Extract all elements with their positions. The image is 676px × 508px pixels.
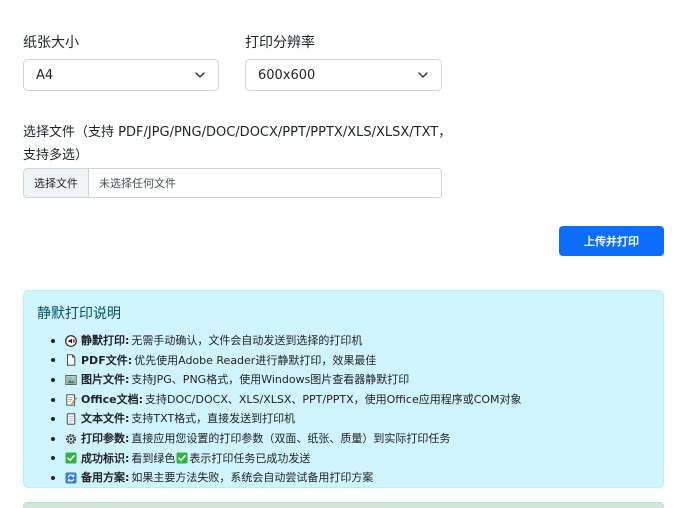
item-title: 静默打印: [81, 334, 130, 347]
bullet [51, 436, 55, 441]
paper-size-label: 纸张大小 [23, 35, 79, 51]
bullet [51, 456, 55, 461]
list-item: 备用方案: 如果主要方法失败，系统会自动尝试备用打印方案 [51, 468, 650, 488]
chevron-down-icon [195, 72, 205, 78]
check-mark-icon [176, 452, 188, 464]
item-title: 打印参数: [81, 431, 130, 445]
document-icon [67, 354, 76, 367]
item-text: 如果主要方法失败，系统会自动尝试备用打印方案 [131, 471, 374, 485]
item-text: 支持JPG、PNG格式，使用Windows图片查看器静默打印 [131, 373, 410, 387]
gear-icon [66, 433, 76, 444]
chevron-down-icon [418, 72, 428, 78]
file-input[interactable]: 选择文件 未选择任何文件 [23, 168, 442, 198]
bullet [51, 417, 55, 422]
item-title: 成功标识: [81, 451, 130, 465]
file-select-label: 选择文件（支持 PDF/JPG/PNG/DOC/DOCX/PPT/PPTX/XL… [23, 125, 452, 163]
item-text-before: 看到绿色 [131, 451, 176, 465]
bullet [51, 358, 55, 363]
silent-print-info-box: 静默打印说明 静默打印: 无需手动确认，文件会自动发送到选择的打印机 PDF文件… [23, 290, 664, 488]
list-item: 文本文件: 支持TXT格式，直接发送到打印机 [51, 409, 650, 429]
bullet [51, 397, 55, 402]
speaker-muted-icon [65, 334, 77, 347]
bullet [51, 338, 55, 343]
file-status-text: 未选择任何文件 [99, 177, 176, 190]
item-title: 备用方案: [81, 471, 130, 485]
item-text: 直接应用您设置的打印参数（双面、纸张、质量）到实际打印任务 [131, 431, 451, 445]
paper-size-select[interactable]: A4 [23, 59, 219, 91]
item-title: 文本文件: [81, 412, 130, 426]
success-alert-box [23, 502, 664, 508]
memo-icon [66, 393, 77, 406]
item-text: 无需手动确认，文件会自动发送到选择的打印机 [131, 334, 363, 347]
list-item: Office文档: 支持DOC/DOCX、XLS/XLSX、PPT/PPTX，使… [51, 390, 650, 410]
list-item: 打印参数: 直接应用您设置的打印参数（双面、纸张、质量）到实际打印任务 [51, 429, 650, 449]
list-item: 成功标识: 看到绿色 表示打印任务已成功发送 [51, 449, 650, 469]
upload-print-button[interactable]: 上传并打印 [559, 226, 664, 256]
info-list: 静默打印: 无需手动确认，文件会自动发送到选择的打印机 PDF文件: 优先使用A… [37, 331, 650, 488]
choose-file-button[interactable]: 选择文件 [24, 169, 89, 197]
item-text: 优先使用Adobe Reader进行静默打印，效果最佳 [134, 353, 377, 367]
resolution-label: 打印分辨率 [245, 35, 315, 51]
item-title: PDF文件: [81, 353, 133, 367]
item-title: 图片文件: [81, 373, 130, 387]
page-icon [66, 413, 76, 425]
check-mark-icon [65, 452, 77, 464]
item-text: 支持TXT格式，直接发送到打印机 [131, 412, 296, 426]
list-item: 静默打印: 无需手动确认，文件会自动发送到选择的打印机 [51, 331, 650, 351]
picture-icon [65, 375, 77, 385]
item-text-after: 表示打印任务已成功发送 [189, 451, 311, 465]
resolution-value: 600x600 [258, 67, 316, 83]
resolution-select[interactable]: 600x600 [245, 59, 442, 91]
item-text: 支持DOC/DOCX、XLS/XLSX、PPT/PPTX，使用Office应用程… [145, 392, 522, 406]
list-item: 图片文件: 支持JPG、PNG格式，使用Windows图片查看器静默打印 [51, 370, 650, 390]
paper-size-value: A4 [36, 67, 54, 83]
info-title: 静默打印说明 [37, 306, 121, 322]
list-item: PDF文件: 优先使用Adobe Reader进行静默打印，效果最佳 [51, 351, 650, 371]
repeat-icon [65, 472, 77, 484]
item-title: Office文档: [81, 392, 143, 406]
bullet [51, 475, 55, 480]
bullet [51, 377, 55, 382]
